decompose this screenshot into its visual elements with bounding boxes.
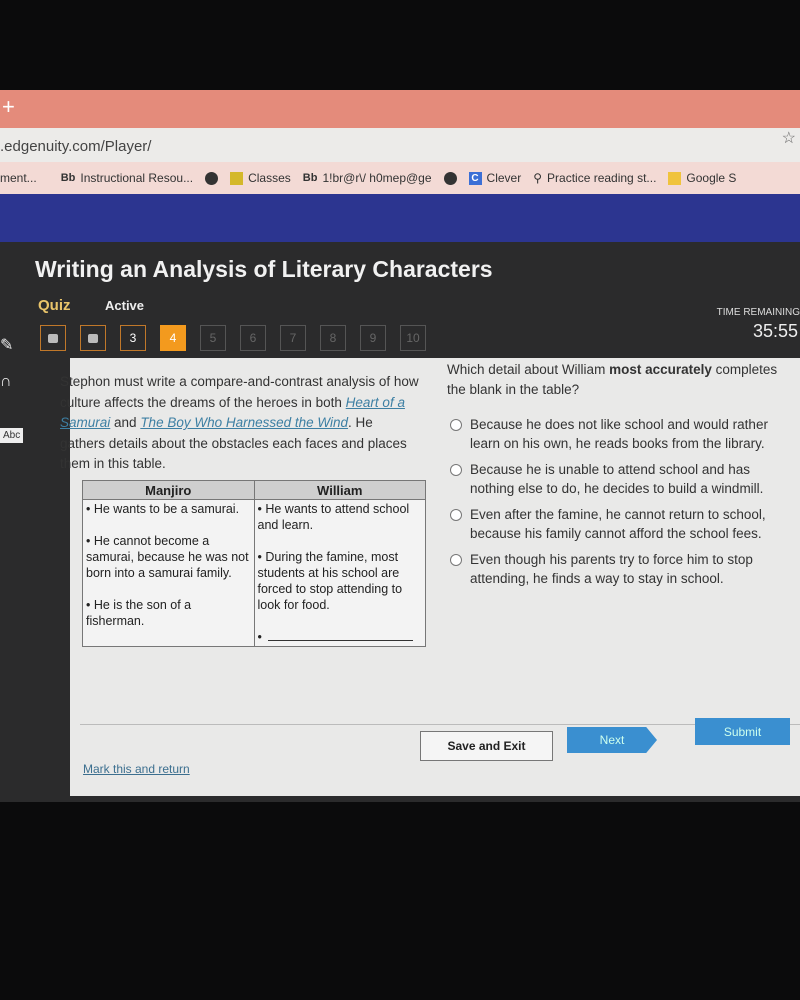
- bookmark-item[interactable]: ⚲ Practice reading st...: [533, 171, 656, 185]
- save-and-exit-button[interactable]: Save and Exit: [420, 731, 553, 761]
- bookmark-item[interactable]: [205, 171, 219, 185]
- radio-button[interactable]: [450, 464, 462, 476]
- new-tab-button[interactable]: +: [2, 94, 15, 119]
- time-remaining: 35:55: [752, 321, 798, 341]
- address-bar[interactable]: .edgenuity.com/Player/ ☆: [0, 128, 800, 162]
- question-nav-3[interactable]: 3: [120, 325, 146, 351]
- next-button[interactable]: Next: [567, 727, 657, 753]
- radio-button[interactable]: [450, 509, 462, 521]
- bookmark-item[interactable]: Google S: [668, 171, 736, 185]
- blackboard-icon: Bb: [302, 172, 318, 184]
- bookmark-item[interactable]: C Clever: [468, 171, 521, 185]
- question-text: Which detail about William most accurate…: [447, 362, 778, 397]
- option-label: Even though his parents try to force him…: [470, 552, 753, 586]
- status-label: Active: [105, 298, 145, 313]
- table-cell: • He wants to attend school and learn. • …: [253, 499, 426, 647]
- page-title: Writing an Analysis of Literary Characte…: [35, 256, 493, 282]
- question-nav-7: 7: [280, 325, 306, 351]
- activity-type: Quiz: [38, 297, 71, 314]
- divider: [80, 724, 800, 725]
- question-nav-6: 6: [240, 325, 266, 351]
- bookmark-item[interactable]: [443, 171, 457, 185]
- toolbar: ✎ ∩: [0, 335, 30, 409]
- comparison-table: Manjiro William • He wants to be a samura…: [82, 480, 426, 647]
- clever-icon: C: [468, 171, 482, 185]
- question-nav-8: 8: [320, 325, 346, 351]
- bookmarks-bar: ment... Bb Instructional Resou... Classes…: [0, 162, 800, 194]
- lock-icon: [48, 333, 58, 343]
- question-nav-1[interactable]: [40, 325, 66, 351]
- bookmark-item[interactable]: ment...: [0, 171, 37, 185]
- answer-option[interactable]: Because he is unable to attend school an…: [450, 460, 790, 498]
- column-header: William: [253, 480, 426, 500]
- submit-button[interactable]: Submit: [695, 718, 790, 745]
- answer-option[interactable]: Even after the famine, he cannot return …: [450, 505, 790, 543]
- option-label: Because he is unable to attend school an…: [470, 462, 764, 496]
- time-remaining-label: TIME REMAINING: [716, 307, 800, 318]
- site-header-band: [0, 194, 800, 242]
- dictionary-button[interactable]: Abc: [0, 428, 24, 443]
- answer-options: Because he does not like school and woul…: [450, 415, 790, 595]
- blackboard-icon: Bb: [60, 172, 76, 184]
- option-label: Even after the famine, he cannot return …: [470, 507, 766, 541]
- bookmark-item[interactable]: Classes: [230, 171, 291, 185]
- question-nav: 3 4 5 6 7 8 9 10: [40, 325, 426, 351]
- radio-button[interactable]: [450, 419, 462, 431]
- book-link[interactable]: The Boy Who Harnessed the Wind: [140, 415, 348, 430]
- folder-icon: [668, 171, 682, 185]
- lamp-icon: ⚲: [533, 171, 543, 185]
- radio-button[interactable]: [450, 554, 462, 566]
- url-text: .edgenuity.com/Player/: [0, 138, 152, 155]
- mark-and-return-link[interactable]: Mark this and return: [83, 762, 190, 776]
- pencil-icon[interactable]: ✎: [0, 335, 30, 355]
- answer-option[interactable]: Because he does not like school and woul…: [450, 415, 790, 453]
- headphones-icon[interactable]: ∩: [0, 373, 30, 391]
- blank-line: [267, 631, 413, 641]
- question-nav-9: 9: [360, 325, 386, 351]
- question-nav-4[interactable]: 4: [160, 325, 186, 351]
- passage-text: Stephon must write a compare-and-contras…: [60, 374, 419, 471]
- classroom-icon: [230, 171, 244, 185]
- bookmark-item[interactable]: Bb Instructional Resou...: [61, 171, 193, 185]
- lock-icon: [88, 333, 98, 343]
- globe-icon: [205, 171, 219, 185]
- question-nav-10: 10: [400, 325, 426, 351]
- bookmark-item[interactable]: Bb 1!br@r\/ h0mep@ge: [303, 171, 432, 185]
- browser-tab-bar: +: [0, 90, 800, 128]
- globe-icon: [443, 171, 457, 185]
- question-nav-2[interactable]: [80, 325, 106, 351]
- option-label: Because he does not like school and woul…: [470, 417, 768, 451]
- answer-option[interactable]: Even though his parents try to force him…: [450, 550, 790, 588]
- column-header: Manjiro: [82, 480, 255, 500]
- star-icon[interactable]: ☆: [782, 128, 796, 148]
- table-cell: • He wants to be a samurai. • He cannot b…: [82, 499, 255, 647]
- question-nav-5: 5: [200, 325, 226, 351]
